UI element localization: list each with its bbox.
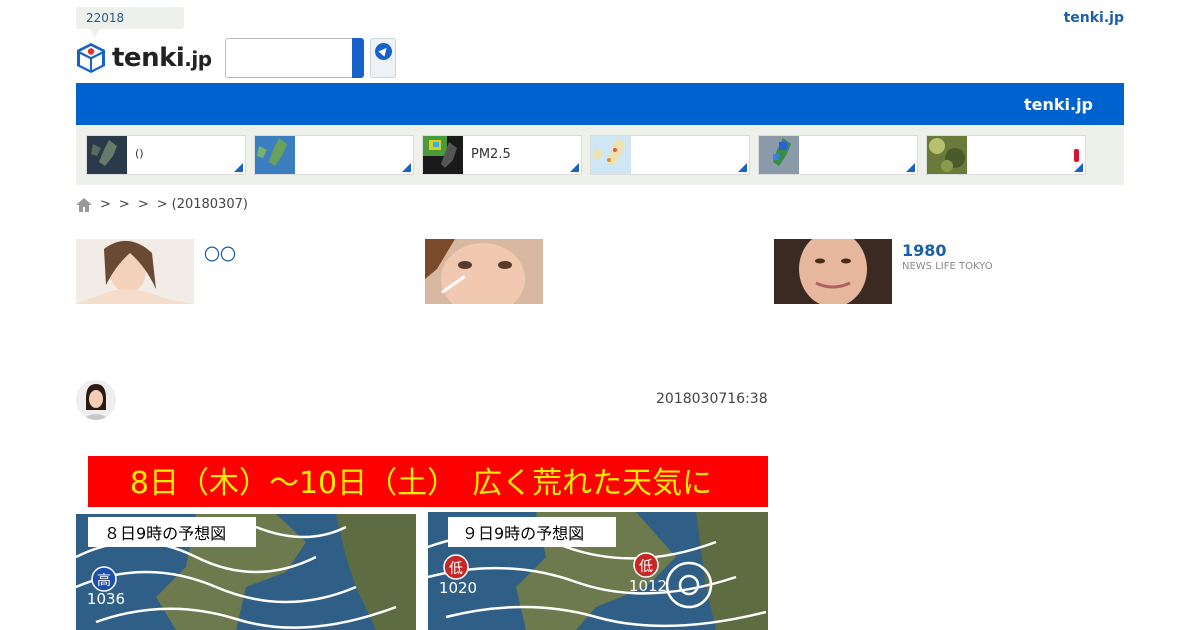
corner-arrow-icon	[906, 163, 915, 172]
map-shortcut-strip: () PM2.5	[76, 125, 1124, 185]
corner-arrow-icon	[234, 163, 243, 172]
shortcut-card-pm25[interactable]: PM2.5	[422, 135, 582, 175]
corner-arrow-icon	[1074, 163, 1083, 172]
alert-indicator	[1074, 149, 1079, 162]
low-pressure-label: 低	[449, 561, 463, 577]
high-pressure-value: 1036	[87, 590, 125, 608]
site-logo[interactable]: tenki.jp	[76, 42, 212, 74]
shortcut-card-rain[interactable]	[758, 135, 918, 175]
author-avatar[interactable]	[76, 380, 116, 420]
shortcut-card-forecast[interactable]	[590, 135, 750, 175]
article-datetime: 2018030716:38	[656, 391, 768, 407]
shortcut-card-radar[interactable]	[254, 135, 414, 175]
forecast-map-day9: ９日9時の予想図 低 1020 低 1012	[427, 512, 768, 630]
shortcut-label: PM2.5	[471, 147, 511, 162]
nature-photo-thumbnail	[927, 136, 967, 174]
breadcrumb-separator: >	[118, 197, 130, 212]
low-pressure-label: 低	[639, 559, 653, 575]
high-pressure-label: 高	[97, 572, 111, 589]
map2-caption: ９日9時の予想図	[462, 524, 584, 543]
author-photo	[76, 380, 116, 420]
low-pressure-value: 1020	[439, 579, 477, 597]
corner-arrow-icon	[402, 163, 411, 172]
logo-suffix: .jp	[184, 47, 212, 71]
location-arrow-icon	[375, 43, 392, 60]
breadcrumb-separator: >	[137, 197, 149, 212]
search-input[interactable]	[225, 38, 363, 78]
corner-arrow-icon	[738, 163, 747, 172]
map1-caption: ８日9時の予想図	[104, 524, 226, 543]
date-badge: 22018	[76, 7, 184, 37]
ad-title: 1980	[902, 241, 947, 260]
nav-brand[interactable]: tenki.jp	[1024, 95, 1093, 114]
home-icon[interactable]	[76, 197, 92, 212]
ad-thumbnail	[774, 239, 892, 304]
breadcrumb-separator: >	[100, 197, 111, 212]
hero-forecast-image: 8日（木）〜10日（土） 広く荒れた天気に ８日9時の予想図 高 1036 ９日…	[76, 447, 768, 630]
headline-text: 8日（木）〜10日（土） 広く荒れた天気に	[130, 466, 712, 501]
ad-thumbnail	[425, 239, 543, 304]
logo-text: tenki.jp	[112, 43, 212, 73]
pm25-map-thumbnail	[423, 136, 463, 174]
shortcut-card-typhoon[interactable]: ()	[86, 135, 246, 175]
search-button[interactable]	[352, 38, 364, 78]
forecast-map-thumbnail	[591, 136, 631, 174]
global-nav-bar: tenki.jp	[76, 83, 1124, 125]
ad-title: 〇〇	[204, 245, 237, 264]
logo-cube-icon	[77, 43, 105, 73]
forecast-map-graphic: 8日（木）〜10日（土） 広く荒れた天気に ８日9時の予想図 高 1036 ９日…	[76, 456, 768, 630]
location-button[interactable]	[370, 38, 396, 78]
shortcut-label: ()	[135, 147, 144, 160]
low-pressure-value: 1012	[629, 577, 667, 595]
radar-map-thumbnail	[255, 136, 295, 174]
top-link[interactable]: tenki.jp	[1064, 10, 1124, 26]
date-badge-text: 22018	[86, 11, 125, 25]
logo-name: tenki	[112, 43, 185, 73]
shortcut-card-photo[interactable]	[926, 135, 1086, 175]
rain-map-thumbnail	[759, 136, 799, 174]
breadcrumb-current: (20180307)	[171, 197, 248, 212]
breadcrumb: > > > > (20180307)	[76, 197, 248, 212]
ad-thumbnail	[76, 239, 194, 304]
forecast-map-day8: ８日9時の予想図 高 1036	[76, 514, 416, 630]
page: 22018 tenki.jp tenki.jp tenki.jp () PM2.…	[76, 0, 1124, 630]
satellite-map-thumbnail	[87, 136, 127, 174]
breadcrumb-separator: >	[156, 197, 168, 212]
corner-arrow-icon	[570, 163, 579, 172]
ad-source: NEWS LIFE TOKYO	[902, 261, 993, 272]
